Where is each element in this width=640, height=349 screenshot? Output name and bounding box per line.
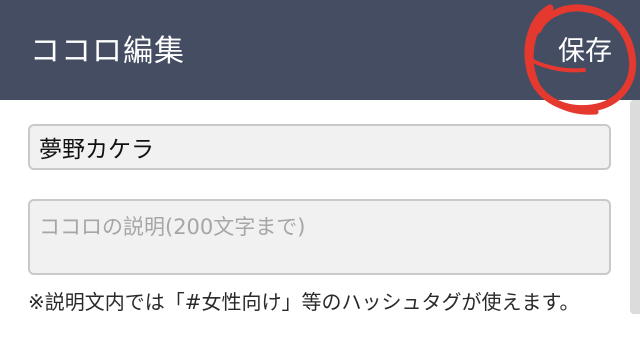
name-field[interactable] bbox=[28, 124, 611, 170]
description-field[interactable] bbox=[28, 199, 611, 275]
hashtag-note: ※説明文内では「#女性向け」等のハッシュタグが使えます。 bbox=[28, 290, 580, 314]
edit-screen: ココロ編集 保存 ※説明文内では「#女性向け」等のハッシュタグが使えます。 bbox=[0, 0, 640, 349]
scrollbar[interactable] bbox=[630, 100, 640, 314]
save-button[interactable]: 保存 bbox=[558, 30, 612, 74]
app-header: ココロ編集 保存 bbox=[0, 0, 640, 100]
page-title: ココロ編集 bbox=[30, 34, 185, 69]
